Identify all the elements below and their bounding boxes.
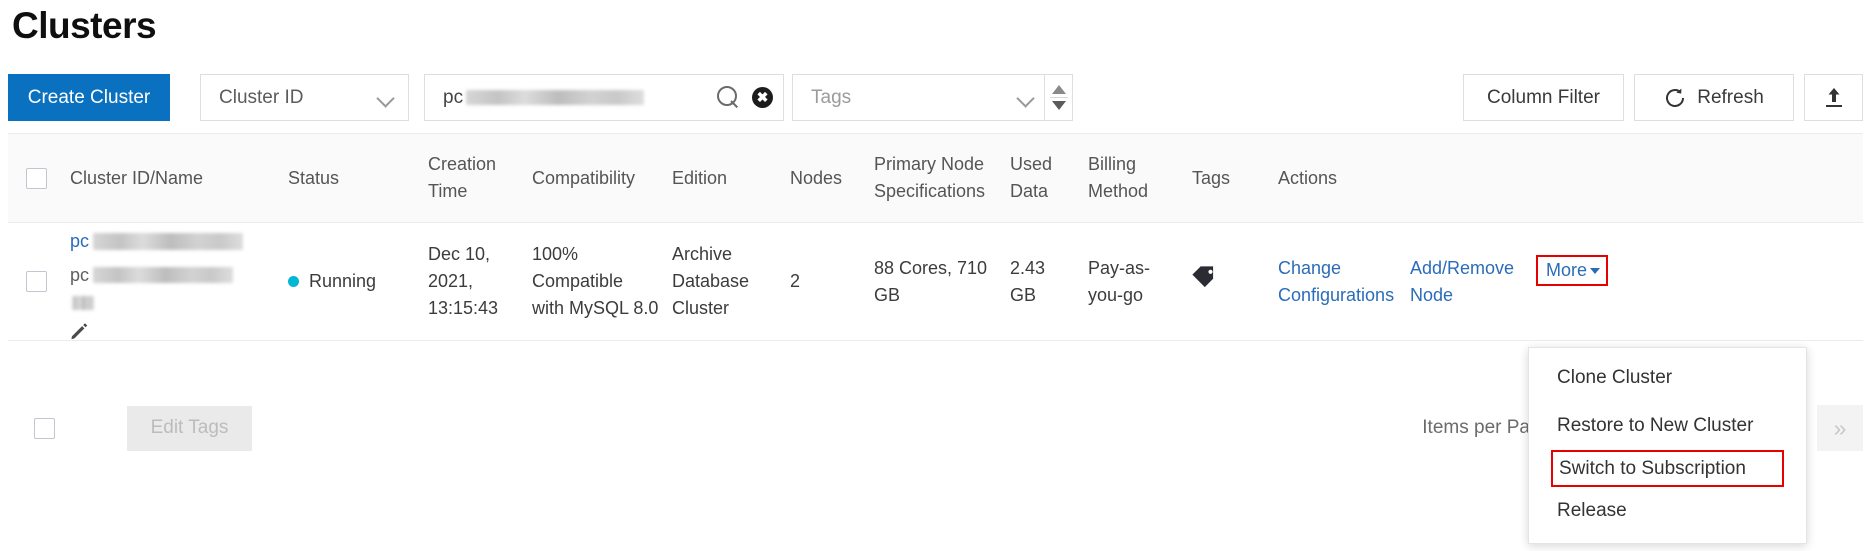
column-header-billing-method: Billing Method [1088, 154, 1149, 201]
tags-cell [1186, 265, 1272, 298]
refresh-icon [1664, 87, 1686, 109]
table-row: pc pc Running Dec 10, 2021, 13:15:43 100… [8, 223, 1863, 341]
footer-select-all-checkbox[interactable] [34, 417, 55, 439]
tags-filter-select[interactable]: Tags [792, 74, 1045, 121]
cluster-name-redacted [93, 267, 234, 283]
column-header-edition: Edition [672, 167, 728, 188]
cluster-name-prefix: pc [70, 264, 90, 285]
clusters-page: Clusters Create Cluster Cluster ID pc ✖ … [0, 0, 1871, 551]
column-header-compatibility: Compatibility [532, 167, 636, 188]
tags-filter-placeholder: Tags [811, 86, 852, 108]
cluster-id-prefix: pc [70, 230, 90, 251]
page-title: Clusters [12, 5, 157, 46]
export-upload-icon [1823, 86, 1845, 110]
creation-time-cell: Dec 10, 2021, 13:15:43 [428, 244, 499, 318]
clusters-table: Cluster ID/Name Status Creation Time Com… [8, 133, 1863, 341]
billing-method-cell: Pay-as-you-go [1088, 257, 1151, 305]
column-header-primary-node-specifications: Primary Node Specifications [874, 154, 986, 201]
tag-icon[interactable] [1192, 265, 1218, 294]
row-select-cell [8, 271, 64, 292]
column-header-tags: Tags [1192, 167, 1231, 188]
create-cluster-label: Create Cluster [27, 86, 151, 108]
edit-tags-button[interactable]: Edit Tags [127, 405, 252, 451]
column-header-nodes: Nodes [790, 167, 843, 188]
nodes-cell: 2 [790, 271, 801, 291]
caret-down-icon[interactable] [1051, 101, 1066, 110]
status-text: Running [309, 271, 377, 291]
menu-item-label: Release [1557, 500, 1627, 521]
search-input[interactable]: pc ✖ [424, 74, 784, 121]
more-dropdown-menu: Clone Cluster Restore to New Cluster Swi… [1528, 347, 1807, 544]
column-filter-button[interactable]: Column Filter [1463, 74, 1624, 121]
more-label: More [1546, 259, 1588, 280]
cluster-name-text: pc [70, 262, 276, 289]
menu-item-clone-cluster[interactable]: Clone Cluster [1529, 354, 1806, 402]
search-value: pc [443, 86, 645, 109]
column-header-status: Status [288, 167, 340, 188]
menu-item-label: Restore to New Cluster [1557, 415, 1754, 436]
create-cluster-button[interactable]: Create Cluster [8, 74, 170, 121]
caret-down-icon [1590, 268, 1601, 274]
search-icon-group: ✖ [717, 86, 773, 109]
clear-icon[interactable]: ✖ [752, 87, 773, 108]
status-dot-icon [288, 276, 299, 287]
table-header-row: Cluster ID/Name Status Creation Time Com… [8, 133, 1863, 223]
more-button[interactable]: More [1546, 259, 1601, 281]
column-header-used-data: Used Data [1010, 154, 1053, 201]
cluster-extra-redacted [72, 295, 94, 310]
menu-item-label: Clone Cluster [1557, 367, 1673, 388]
tags-spinner[interactable] [1045, 74, 1073, 121]
search-value-redacted [466, 90, 645, 105]
column-header-cluster-id-name: Cluster ID/Name [70, 167, 204, 188]
filter-type-select[interactable]: Cluster ID [200, 74, 409, 121]
cluster-id-link[interactable]: pc [70, 228, 276, 255]
pencil-icon[interactable] [70, 321, 89, 340]
chevron-down-icon [1016, 88, 1036, 108]
column-header-creation-time: Creation Time [428, 154, 497, 201]
filter-type-value: Cluster ID [219, 86, 304, 108]
column-header-actions: Actions [1278, 167, 1338, 188]
row-checkbox[interactable] [25, 271, 47, 292]
menu-item-switch-to-subscription[interactable]: Switch to Subscription [1551, 450, 1784, 487]
column-filter-label: Column Filter [1487, 86, 1600, 108]
more-actions-highlight: More [1536, 254, 1609, 286]
next-page-button[interactable]: » [1817, 405, 1863, 451]
cluster-id-name-cell: pc pc [64, 224, 282, 340]
cluster-extra-redacted-line [70, 295, 276, 310]
change-configurations-link[interactable]: Change Configurations [1278, 255, 1396, 309]
status-cell: Running [282, 268, 422, 295]
toolbar: Create Cluster Cluster ID pc ✖ Tags Colu… [0, 74, 1871, 126]
search-value-prefix: pc [443, 86, 464, 108]
primary-node-specifications-cell: 88 Cores, 710 GB [874, 257, 988, 305]
used-data-cell: 2.43 GB [1010, 257, 1046, 305]
menu-item-label: Switch to Subscription [1559, 457, 1746, 479]
refresh-label: Refresh [1697, 86, 1764, 108]
edition-cell: Archive Database Cluster [672, 244, 750, 318]
select-all-checkbox[interactable] [25, 167, 47, 189]
chevron-down-icon [376, 88, 396, 108]
search-icon[interactable] [717, 86, 740, 109]
export-button[interactable] [1804, 74, 1863, 121]
add-remove-node-link[interactable]: Add/Remove Node [1410, 255, 1520, 309]
edit-tags-label: Edit Tags [150, 417, 229, 438]
select-all-cell [8, 167, 64, 189]
spinner-divider [1049, 97, 1068, 98]
menu-item-release[interactable]: Release [1529, 487, 1806, 535]
compatibility-cell: 100% Compatible with MySQL 8.0 [532, 244, 659, 318]
menu-item-restore-to-new-cluster[interactable]: Restore to New Cluster [1529, 402, 1806, 450]
refresh-button[interactable]: Refresh [1634, 74, 1794, 121]
cluster-id-redacted [93, 232, 244, 250]
actions-cell: Change Configurations Add/Remove Node Mo… [1272, 254, 1863, 309]
double-chevron-right-icon: » [1833, 414, 1847, 441]
caret-up-icon[interactable] [1051, 85, 1066, 94]
